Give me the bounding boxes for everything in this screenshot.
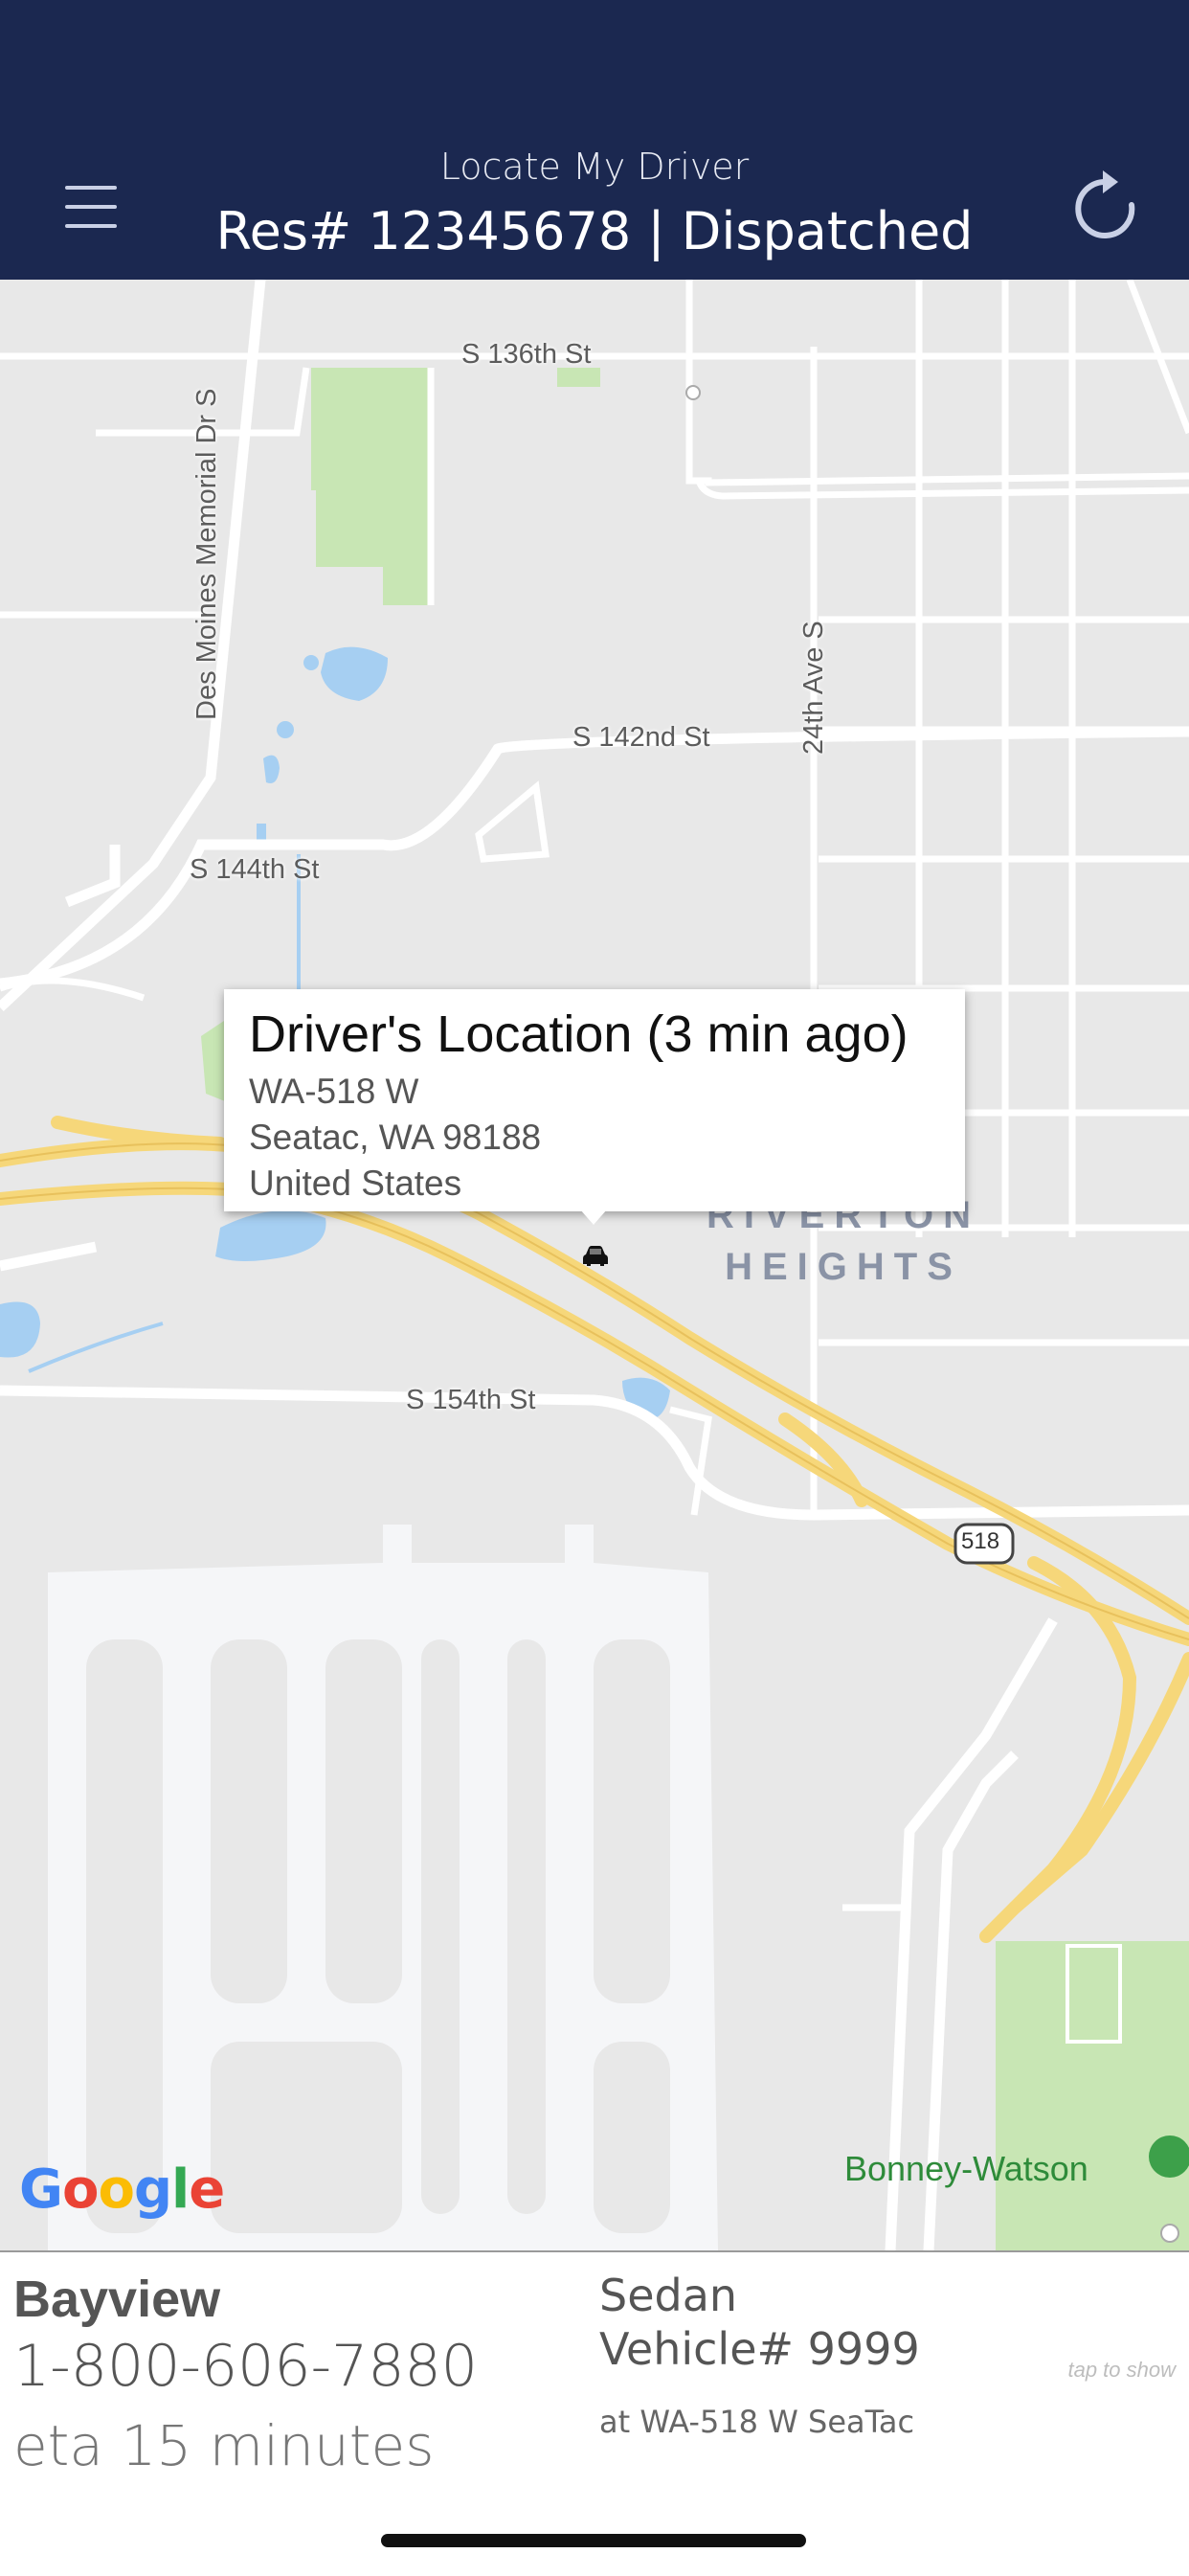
popup-pointer xyxy=(580,1209,607,1225)
tap-to-show-hint[interactable]: tap to show xyxy=(1067,2358,1176,2383)
home-indicator[interactable] xyxy=(381,2534,806,2547)
popup-title: Driver's Location (3 min ago) xyxy=(249,1006,909,1063)
place-label-bonney-watson[interactable]: Bonney-Watson xyxy=(844,2149,1088,2189)
road-label-des-moines: Des Moines Memorial Dr S xyxy=(191,388,222,720)
refresh-icon[interactable] xyxy=(1072,169,1141,245)
vehicle-type: Sedan xyxy=(599,2270,738,2321)
popup-country: United States xyxy=(249,1164,462,1203)
phone-number[interactable]: 1-800-606-7880 xyxy=(13,2333,478,2400)
google-logo: Google xyxy=(19,2158,225,2221)
area-label-line2: HEIGHTS xyxy=(725,1246,962,1288)
road-label-s136: S 136th St xyxy=(461,339,592,370)
app-header: Locate My Driver Res# 12345678 | Dispatc… xyxy=(0,0,1189,280)
road-label-24th-ave: 24th Ave S xyxy=(798,621,829,755)
road-label-s142: S 142nd St xyxy=(572,722,710,753)
vehicle-location: at WA-518 W SeaTac xyxy=(599,2404,915,2440)
map-view[interactable]: S 136th St Des Moines Memorial Dr S S 14… xyxy=(0,280,1189,2250)
eta-text: eta 15 minutes xyxy=(13,2413,435,2478)
popup-city: Seatac, WA 98188 xyxy=(249,1118,542,1157)
route-518-shield: 518 xyxy=(961,1528,1000,1554)
driver-location-popup[interactable]: Driver's Location (3 min ago) WA-518 W S… xyxy=(224,989,965,1225)
company-name: Bayview xyxy=(13,2271,221,2328)
driver-info-panel[interactable]: Bayview 1-800-606-7880 eta 15 minutes Se… xyxy=(0,2250,1189,2576)
popup-street: WA-518 W xyxy=(249,1072,419,1111)
road-label-s144: S 144th St xyxy=(190,854,320,885)
road-label-s154: S 154th St xyxy=(406,1385,536,1415)
header-title: Locate My Driver xyxy=(439,146,750,188)
reservation-status: Res# 12345678 | Dispatched xyxy=(215,201,974,261)
vehicle-number: Vehicle# 9999 xyxy=(599,2323,920,2375)
